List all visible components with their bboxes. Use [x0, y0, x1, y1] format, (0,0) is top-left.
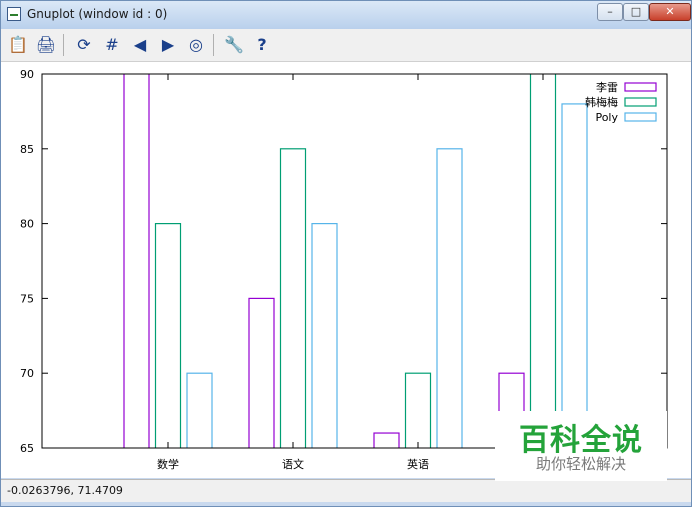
bar-2-1 — [154, 223, 182, 448]
window-title: Gnuplot (window id : 0) — [27, 7, 168, 21]
legend-label-3: Poly — [595, 111, 618, 124]
y-tick-label: 80 — [20, 218, 34, 231]
y-tick-label: 90 — [20, 68, 34, 81]
y-tick-label: 85 — [20, 143, 34, 156]
bar-1-1 — [123, 74, 150, 448]
help-icon[interactable]: ? — [251, 34, 273, 56]
watermark-subtitle: 助你轻松解决 — [535, 455, 626, 473]
clipboard-icon[interactable]: 📋 — [7, 34, 29, 56]
legend-label-1: 李雷 — [596, 80, 618, 94]
y-tick-label: 70 — [20, 367, 34, 380]
toolbar: 📋 🖨 ⟳ # ◀ ▶ ◎ 🔧 ? — [1, 29, 691, 62]
watermark-logo: 百科全说 助你轻松解决 — [495, 411, 667, 481]
options-icon[interactable]: 🔧 — [223, 34, 245, 56]
legend-swatch-2 — [624, 97, 657, 107]
gnuplot-window: Gnuplot (window id : 0) – □ ✕ 📋 🖨 ⟳ # ◀ … — [0, 0, 692, 507]
bar-2-4 — [529, 74, 557, 448]
maximize-button[interactable]: □ — [623, 3, 649, 21]
zoom-previous-icon[interactable]: ◀ — [129, 34, 151, 56]
title-bar[interactable]: Gnuplot (window id : 0) – □ ✕ — [1, 1, 691, 29]
replot-icon[interactable]: ⟳ — [73, 34, 95, 56]
gnuplot-app-icon — [7, 7, 21, 21]
close-button[interactable]: ✕ — [649, 3, 691, 21]
legend-swatch-1 — [624, 82, 657, 92]
cursor-coordinates: -0.0263796, 71.4709 — [7, 484, 123, 497]
bar-1-2 — [248, 297, 275, 448]
plot-border — [41, 73, 668, 449]
grid-icon[interactable]: # — [101, 34, 123, 56]
bar-2-2 — [279, 148, 307, 448]
zoom-next-icon[interactable]: ▶ — [157, 34, 179, 56]
x-tick-label: 英语 — [407, 457, 429, 471]
toolbar-separator — [63, 34, 64, 56]
legend-label-2: 韩梅梅 — [585, 95, 618, 109]
bar-3-3 — [436, 148, 463, 448]
bar-1-3 — [373, 432, 400, 448]
bar-2-3 — [404, 372, 432, 448]
toolbar-separator — [213, 34, 214, 56]
x-tick-label: 数学 — [157, 457, 179, 471]
x-tick-label: 语文 — [282, 457, 304, 471]
status-bar: -0.0263796, 71.4709 — [1, 479, 691, 502]
y-tick-label: 75 — [20, 292, 34, 305]
legend-swatch-3 — [624, 112, 657, 122]
y-tick-label: 65 — [20, 442, 34, 455]
bar-3-1 — [186, 372, 213, 448]
unzoom-icon[interactable]: ◎ — [185, 34, 207, 56]
bar-3-2 — [311, 223, 338, 448]
minimize-button[interactable]: – — [597, 3, 623, 21]
print-icon[interactable]: 🖨 — [35, 34, 57, 56]
bar-3-4 — [561, 103, 588, 448]
